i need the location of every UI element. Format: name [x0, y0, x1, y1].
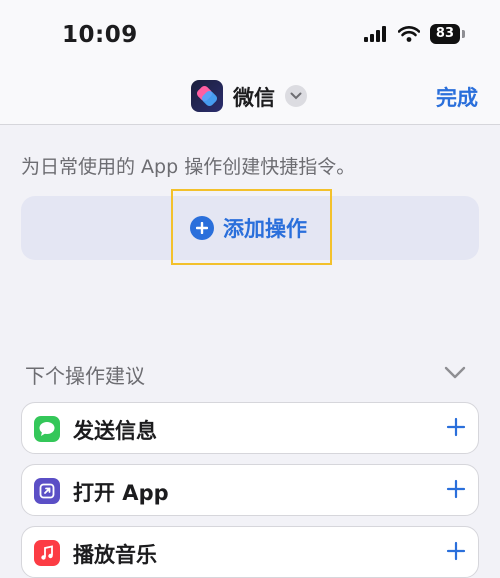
status-time: 10:09	[62, 22, 138, 48]
cellular-signal-icon	[363, 26, 386, 42]
messages-icon	[34, 416, 60, 442]
suggestion-row-open-app[interactable]: 打开 App	[21, 464, 479, 516]
status-icons: 83	[363, 24, 466, 44]
chevron-down-icon	[290, 92, 302, 100]
wifi-icon	[397, 26, 420, 42]
shortcuts-app-icon[interactable]	[191, 80, 223, 112]
add-action-label: 添加操作	[223, 217, 307, 241]
title-menu-button[interactable]	[285, 85, 307, 107]
open-app-icon	[34, 478, 60, 504]
add-icon[interactable]	[446, 417, 466, 441]
hint-text: 为日常使用的 App 操作创建快捷指令。	[21, 156, 356, 178]
battery-icon: 83	[429, 24, 466, 44]
chevron-down-icon	[444, 366, 466, 379]
done-button[interactable]: 完成	[436, 82, 478, 112]
shortcut-title[interactable]: 微信	[233, 82, 275, 112]
top-bar: 10:09 83 微信 完成	[0, 0, 500, 125]
suggestions-title: 下个操作建议	[25, 364, 145, 388]
suggestion-label: 打开 App	[73, 481, 169, 505]
suggestion-label: 播放音乐	[73, 543, 157, 567]
add-icon[interactable]	[446, 541, 466, 565]
suggestion-row-send-message[interactable]: 发送信息	[21, 402, 479, 454]
add-action-button[interactable]: 添加操作	[190, 213, 307, 243]
suggestion-label: 发送信息	[73, 419, 157, 443]
nav-bar: 微信 完成	[0, 78, 500, 118]
add-circle-icon	[190, 216, 214, 240]
collapse-button[interactable]	[444, 364, 466, 383]
suggestion-row-play-music[interactable]: 播放音乐	[21, 526, 479, 578]
music-icon	[34, 540, 60, 566]
add-icon[interactable]	[446, 479, 466, 503]
